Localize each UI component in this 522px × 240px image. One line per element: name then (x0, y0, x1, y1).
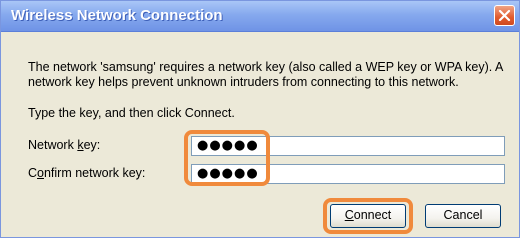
title-bar[interactable]: Wireless Network Connection (1, 1, 519, 32)
network-key-label: Network key: (28, 138, 101, 152)
confirm-network-key-label: Confirm network key: (28, 166, 146, 180)
wireless-network-dialog: Wireless Network Connection The network … (0, 0, 520, 238)
close-button[interactable] (494, 5, 515, 26)
close-icon (498, 9, 511, 22)
network-key-message: The network 'samsung' requires a network… (28, 60, 503, 89)
key-fields-highlight (184, 130, 270, 186)
connect-button-highlight (323, 198, 413, 234)
cancel-button[interactable]: Cancel (425, 204, 501, 228)
dialog-content: The network 'samsung' requires a network… (1, 32, 519, 237)
instruction-text: Type the key, and then click Connect. (28, 106, 235, 120)
dialog-title: Wireless Network Connection (11, 7, 223, 24)
